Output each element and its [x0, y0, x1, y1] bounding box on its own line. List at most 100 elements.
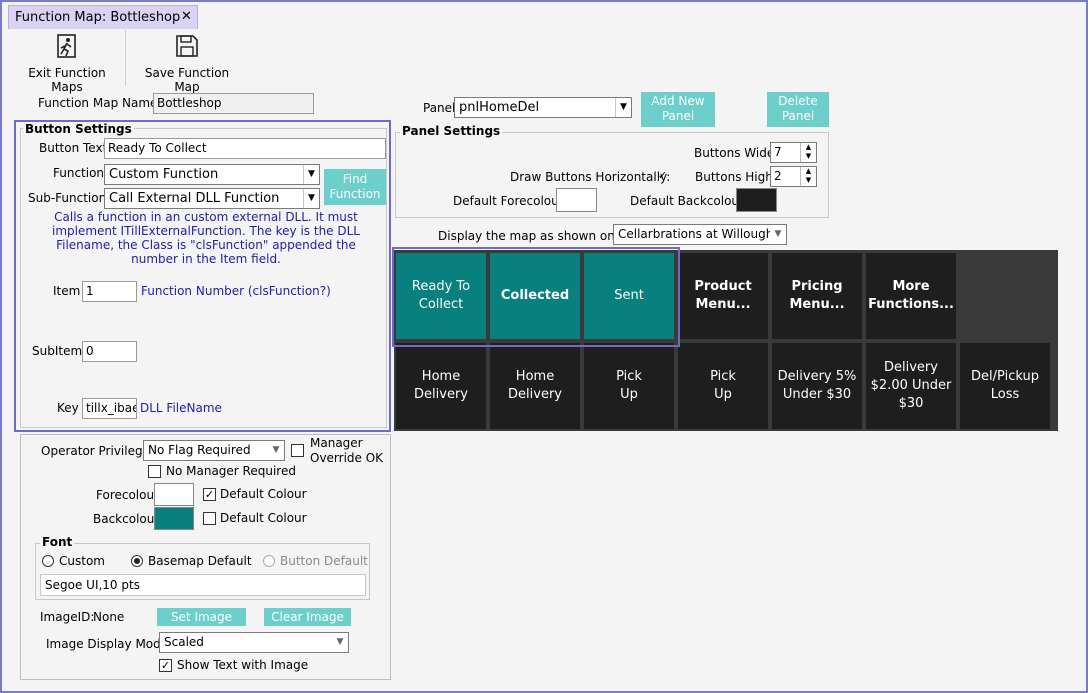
panel-value: pnlHomeDel	[459, 100, 540, 115]
back-default-colour-label: Default Colour	[220, 511, 307, 525]
item-label: Item	[53, 284, 81, 298]
forecolour-swatch[interactable]	[154, 483, 194, 506]
button-text-field[interactable]: Ready To Collect	[104, 138, 386, 159]
tab-title: Function Map: Bottleshop	[15, 10, 181, 25]
function-map-name-field[interactable]: Bottleshop	[153, 93, 314, 114]
buttons-high-value: 2	[774, 169, 782, 183]
font-button-default-radio[interactable]	[263, 555, 275, 567]
display-map-label: Display the map as shown on till:	[438, 229, 638, 243]
map-button-pick-up[interactable]: Pick Up	[584, 343, 674, 429]
map-button-delivery-2-dollar[interactable]: Delivery $2.00 Under $30	[866, 343, 956, 429]
toolbar-separator	[125, 30, 126, 86]
operator-privilege-value: No Flag Required	[148, 443, 251, 457]
manager-override-label: Manager Override OK	[310, 436, 384, 465]
item-hint: Function Number (clsFunction?)	[141, 284, 331, 298]
map-button-del-pickup-loss[interactable]: Del/Pickup Loss	[960, 343, 1050, 429]
map-button-delivery-5pct[interactable]: Delivery 5% Under $30	[772, 343, 862, 429]
display-map-value: Cellarbrations at Willoughb	[618, 227, 781, 241]
exit-icon	[57, 34, 76, 58]
map-button-pricing-menu[interactable]: Pricing Menu...	[772, 253, 862, 339]
image-display-mode-label: Image Display Mode:	[46, 637, 173, 651]
fore-default-colour-checkbox[interactable]: ✓	[203, 488, 216, 501]
chevron-down-icon: ▼	[268, 441, 284, 460]
function-value: Custom Function	[109, 167, 219, 182]
font-title: Font	[40, 535, 75, 549]
default-forecolour-swatch[interactable]	[556, 188, 597, 212]
save-label: Save Function Map	[144, 66, 230, 94]
button-settings-title: Button Settings	[23, 122, 134, 136]
font-custom-label: Custom	[59, 554, 105, 568]
buttons-wide-value: 7	[774, 145, 782, 159]
font-custom-radio[interactable]	[42, 555, 54, 567]
spinner-arrows-icon[interactable]: ▲ ▼	[800, 167, 816, 186]
clear-image-button[interactable]: Clear Image	[264, 608, 351, 626]
function-map-name-label: Function Map Name:	[38, 96, 162, 110]
set-image-button[interactable]: Set Image	[157, 608, 246, 626]
panel-select[interactable]: pnlHomeDel ▼	[454, 97, 632, 118]
selected-buttons-highlight	[392, 247, 680, 347]
delete-panel-button[interactable]: Delete Panel	[767, 92, 829, 127]
chevron-down-icon: ▼	[770, 225, 786, 244]
item-field[interactable]: 1	[82, 281, 137, 302]
font-basemap-radio[interactable]	[131, 555, 143, 567]
fore-default-colour-label: Default Colour	[220, 487, 307, 501]
chevron-down-icon: ▼	[303, 189, 319, 208]
close-icon[interactable]: ✕	[181, 9, 192, 24]
add-new-panel-button[interactable]: Add New Panel	[641, 92, 715, 127]
buttons-wide-spinner[interactable]: 7 ▲ ▼	[770, 142, 817, 163]
image-display-mode-value: Scaled	[164, 635, 204, 649]
default-backcolour-label: Default Backcolour	[630, 194, 744, 208]
map-button-pick-up[interactable]: Pick Up	[678, 343, 768, 429]
font-button-default-label: Button Default	[280, 554, 368, 568]
key-field[interactable]: tillx_ibaec	[82, 398, 137, 419]
back-default-colour-checkbox[interactable]	[203, 512, 216, 525]
function-description: Calls a function in an custom external D…	[52, 210, 360, 266]
image-id-value: None	[93, 610, 125, 624]
subfunction-label: Sub-Function	[28, 191, 107, 205]
default-forecolour-label: Default Forecolour	[453, 194, 564, 208]
map-button-home-delivery[interactable]: Home Delivery	[396, 343, 486, 429]
map-button-product-menu[interactable]: Product Menu...	[678, 253, 768, 339]
buttons-wide-label: Buttons Wide:	[694, 146, 779, 160]
image-display-mode-select[interactable]: Scaled ▼	[159, 632, 349, 653]
backcolour-label: Backcolour	[93, 512, 160, 526]
button-text-label: Button Text	[39, 141, 108, 155]
draw-horizontally-checkbox[interactable]: ✓	[656, 170, 669, 183]
subfunction-value: Call External DLL Function	[109, 191, 280, 206]
operator-privilege-label: Operator Privilege:	[41, 444, 155, 458]
draw-horizontally-label: Draw Buttons Horizontally:	[510, 170, 671, 184]
panel-settings-title: Panel Settings	[400, 124, 503, 138]
show-text-label: Show Text with Image	[177, 658, 309, 672]
function-label: Function	[53, 166, 105, 180]
save-function-map-button[interactable]: Save Function Map	[133, 34, 241, 94]
function-select[interactable]: Custom Function ▼	[104, 164, 320, 185]
subitem-field[interactable]: 0	[82, 341, 137, 362]
spinner-arrows-icon[interactable]: ▲ ▼	[800, 143, 816, 162]
save-icon	[176, 35, 198, 57]
no-manager-checkbox[interactable]	[148, 465, 161, 478]
panel-label: Panel	[423, 101, 456, 115]
key-label: Key	[57, 401, 79, 415]
function-map-window: Function Map: Bottleshop ✕ Exit Function…	[0, 0, 1088, 693]
display-map-select[interactable]: Cellarbrations at Willoughb ▼	[613, 224, 787, 245]
tab-function-map[interactable]: Function Map: Bottleshop ✕	[8, 5, 198, 29]
subfunction-select[interactable]: Call External DLL Function ▼	[104, 188, 320, 209]
default-backcolour-swatch[interactable]	[736, 188, 777, 212]
show-text-checkbox[interactable]: ✓	[159, 659, 172, 672]
backcolour-swatch[interactable]	[154, 507, 194, 530]
chevron-down-icon: ▼	[615, 98, 631, 117]
map-button-home-delivery[interactable]: Home Delivery	[490, 343, 580, 429]
exit-label: Exit Function Maps	[28, 66, 106, 94]
chevron-down-icon: ▼	[303, 165, 319, 184]
font-basemap-label: Basemap Default	[148, 554, 252, 568]
manager-override-checkbox[interactable]	[291, 444, 304, 457]
find-function-button[interactable]: Find Function	[324, 169, 386, 205]
exit-function-maps-button[interactable]: Exit Function Maps	[14, 34, 120, 94]
forecolour-label: Forecolour	[96, 488, 160, 502]
map-button-more-functions[interactable]: More Functions...	[866, 253, 956, 339]
buttons-high-spinner[interactable]: 2 ▲ ▼	[770, 166, 817, 187]
font-name-field[interactable]: Segoe UI,10 pts	[40, 574, 366, 596]
chevron-down-icon: ▼	[332, 633, 348, 652]
key-hint: DLL FileName	[140, 401, 222, 415]
operator-privilege-select[interactable]: No Flag Required ▼	[143, 440, 285, 461]
